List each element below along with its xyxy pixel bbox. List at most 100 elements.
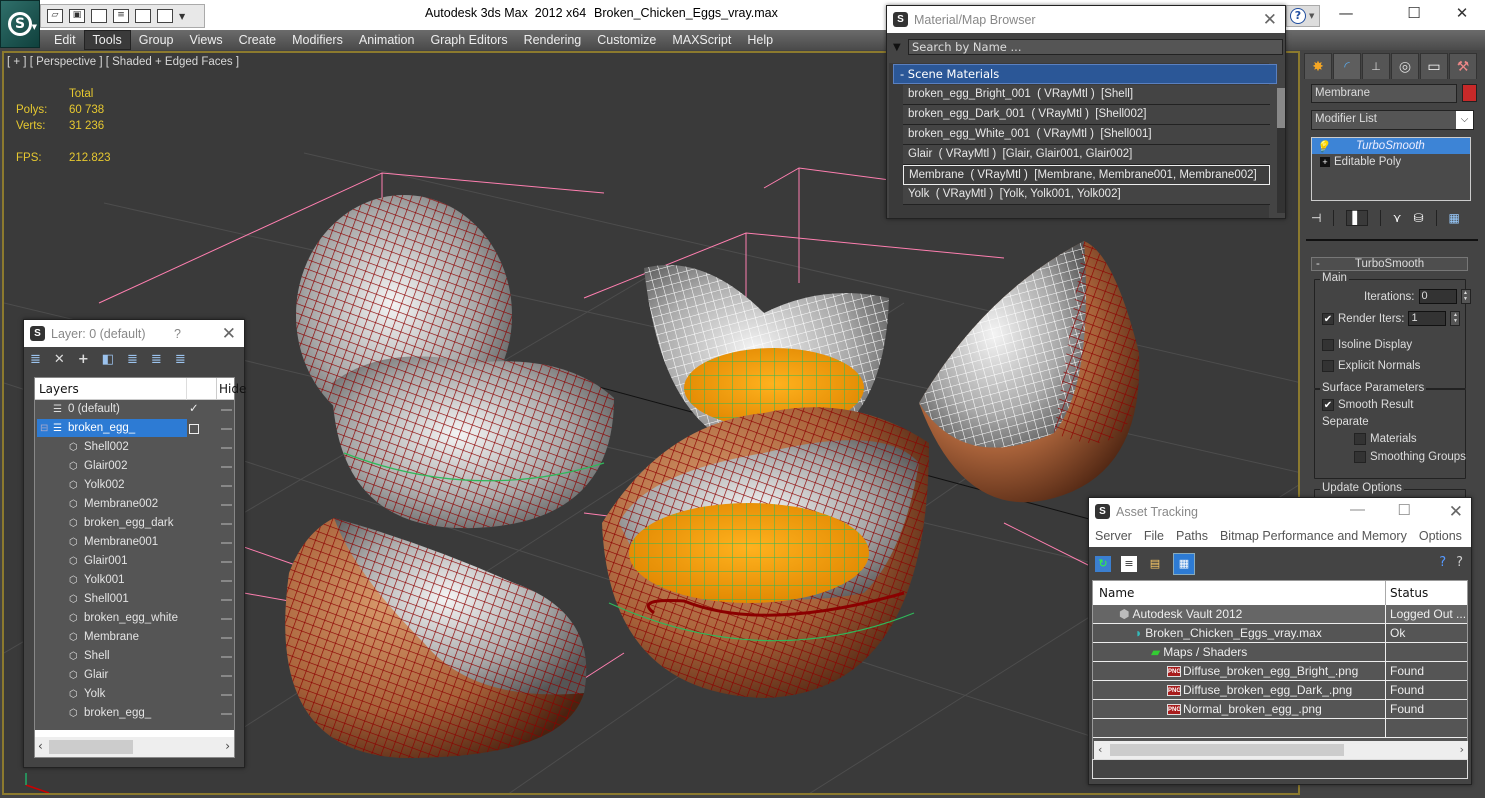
layer-object-row[interactable]: ⬡ Membrane002: [35, 495, 234, 514]
menu-graph-editors[interactable]: Graph Editors: [422, 30, 515, 50]
asset-row[interactable]: PNG Diffuse_broken_egg_Dark_.png Found: [1093, 681, 1467, 700]
hide-toggle[interactable]: [221, 504, 232, 506]
hold-icon[interactable]: ≡: [113, 9, 129, 23]
stack-item-turbosmooth[interactable]: 💡 TurboSmooth: [1312, 138, 1470, 154]
object-color-swatch[interactable]: [1462, 84, 1477, 102]
column-layers[interactable]: Layers: [39, 378, 79, 400]
layer-object-row[interactable]: ⬡ Shell001: [35, 590, 234, 609]
new-scene-icon[interactable]: [91, 9, 107, 23]
asset-row[interactable]: ▰ Maps / Shaders: [1093, 643, 1467, 662]
window-icon[interactable]: [135, 9, 151, 23]
hide-toggle[interactable]: [221, 542, 232, 544]
layer-row-selected[interactable]: ⊟ ☰ broken_egg_: [35, 419, 234, 438]
expand-icon[interactable]: +: [1320, 157, 1330, 167]
material-item[interactable]: broken_egg_Dark_001 ( VRayMtl ) [Shell00…: [903, 105, 1270, 125]
menu-paths[interactable]: Paths: [1170, 529, 1214, 543]
vertical-scrollbar[interactable]: [1277, 88, 1285, 213]
asset-row[interactable]: ⬢ Autodesk Vault 2012 Logged Out ...: [1093, 605, 1467, 624]
stack-item-editable-poly[interactable]: + Editable Poly: [1312, 154, 1470, 170]
layer-object-row[interactable]: ⬡ Glair: [35, 666, 234, 685]
scrollbar-thumb[interactable]: [1110, 744, 1344, 756]
hide-toggle[interactable]: [221, 675, 232, 677]
scroll-right-icon[interactable]: ›: [225, 739, 230, 753]
layer-object-row[interactable]: ⬡ broken_egg_: [35, 704, 234, 723]
minimize-button[interactable]: —: [1350, 501, 1365, 518]
menu-animation[interactable]: Animation: [351, 30, 423, 50]
hide-toggle[interactable]: [221, 485, 232, 487]
scroll-left-icon[interactable]: ‹: [38, 739, 43, 753]
hide-toggle[interactable]: [221, 618, 232, 620]
dialog-title-bar[interactable]: S Material/Map Browser ✕: [887, 6, 1285, 33]
material-item[interactable]: Yolk ( VRayMtl ) [Yolk, Yolk001, Yolk002…: [903, 185, 1270, 205]
column-name[interactable]: Name: [1099, 581, 1134, 605]
menu-edit[interactable]: Edit: [46, 30, 84, 50]
hide-toggle[interactable]: [221, 713, 232, 715]
save-icon[interactable]: ▣: [69, 9, 85, 23]
help-icon[interactable]: ?: [174, 327, 181, 341]
minimize-button[interactable]: —: [1326, 4, 1366, 24]
hide-toggle[interactable]: [221, 637, 232, 639]
layer-object-row[interactable]: ⬡ broken_egg_white: [35, 609, 234, 628]
layer-object-row[interactable]: ⬡ Membrane001: [35, 533, 234, 552]
smoothing-groups-checkbox[interactable]: [1354, 451, 1366, 463]
hide-toggle[interactable]: [221, 580, 232, 582]
horizontal-scrollbar[interactable]: ‹ ›: [1094, 741, 1468, 759]
close-button[interactable]: ✕: [1442, 4, 1482, 24]
scroll-right-icon[interactable]: ›: [1460, 743, 1464, 756]
smooth-result-checkbox[interactable]: ✔: [1322, 399, 1334, 411]
material-item[interactable]: broken_egg_Bright_001 ( VRayMtl ) [Shell…: [903, 85, 1270, 105]
layer-object-row[interactable]: ⬡ Yolk001: [35, 571, 234, 590]
layer-object-row[interactable]: ⬡ Shell: [35, 647, 234, 666]
materials-checkbox[interactable]: [1354, 433, 1366, 445]
layer-object-row[interactable]: ⬡ Shell002: [35, 438, 234, 457]
open-file-icon[interactable]: ▱: [47, 9, 63, 23]
qa-dropdown-icon[interactable]: ▼: [179, 12, 185, 21]
hide-toggle[interactable]: [221, 561, 232, 563]
dialog-title-bar[interactable]: S Layer: 0 (default) ? ✕: [24, 320, 244, 347]
hide-toggle[interactable]: [221, 656, 232, 658]
display-tab[interactable]: ▭: [1420, 53, 1448, 79]
app-menu-button[interactable]: S ▼: [0, 0, 40, 48]
show-end-result-icon[interactable]: ▌: [1346, 210, 1368, 226]
tree-view-icon[interactable]: ▤: [1147, 556, 1163, 572]
add-to-layer-icon[interactable]: +: [78, 352, 89, 372]
current-layer-check-icon[interactable]: ✓: [189, 400, 199, 419]
scrollbar-thumb[interactable]: [49, 740, 133, 754]
hide-toggle[interactable]: [221, 428, 232, 430]
menu-options[interactable]: Options: [1413, 529, 1468, 543]
configure-sets-icon[interactable]: ▦: [1449, 211, 1460, 225]
isoline-checkbox[interactable]: [1322, 339, 1334, 351]
select-layer-icon[interactable]: ≣: [127, 352, 138, 372]
menu-group[interactable]: Group: [131, 30, 182, 50]
material-item[interactable]: Glair ( VRayMtl ) [Glair, Glair001, Glai…: [903, 145, 1270, 165]
current-layer-box[interactable]: [189, 424, 199, 434]
hide-toggle[interactable]: [221, 694, 232, 696]
options-menu-icon[interactable]: ▼: [893, 42, 901, 53]
menu-help[interactable]: Help: [739, 30, 781, 50]
collapse-icon[interactable]: ⊟: [40, 419, 48, 438]
close-icon[interactable]: ✕: [222, 324, 236, 344]
menu-file[interactable]: File: [1138, 529, 1170, 543]
close-icon[interactable]: ✕: [1263, 10, 1277, 30]
hide-toggle[interactable]: [221, 409, 232, 411]
horizontal-scrollbar[interactable]: ‹ ›: [35, 737, 234, 757]
modifier-list-dropdown[interactable]: Modifier List ⌵: [1311, 110, 1474, 130]
object-name-field[interactable]: Membrane: [1311, 84, 1457, 103]
layer-row[interactable]: ☰ 0 (default) ✓: [35, 400, 234, 419]
motion-tab[interactable]: ◎: [1391, 53, 1419, 79]
render-iters-checkbox[interactable]: ✔: [1322, 312, 1334, 325]
menu-tools[interactable]: Tools: [83, 30, 131, 50]
utilities-tab[interactable]: ⚒: [1449, 53, 1477, 79]
material-item-selected[interactable]: Membrane ( VRayMtl ) [Membrane, Membrane…: [903, 165, 1270, 185]
help-icon[interactable]: ?: [1456, 555, 1463, 570]
asset-row[interactable]: PNG Normal_broken_egg_.png Found: [1093, 700, 1467, 719]
menu-create[interactable]: Create: [231, 30, 285, 50]
menu-server[interactable]: Server: [1089, 529, 1138, 543]
window-2-icon[interactable]: [157, 9, 173, 23]
explicit-normals-checkbox[interactable]: [1322, 360, 1334, 372]
column-hide[interactable]: Hide: [216, 378, 246, 400]
make-unique-icon[interactable]: ⋎: [1393, 211, 1402, 225]
scrollbar-thumb[interactable]: [1277, 88, 1285, 128]
hide-toggle[interactable]: [221, 599, 232, 601]
render-iters-input[interactable]: 1: [1408, 311, 1447, 326]
